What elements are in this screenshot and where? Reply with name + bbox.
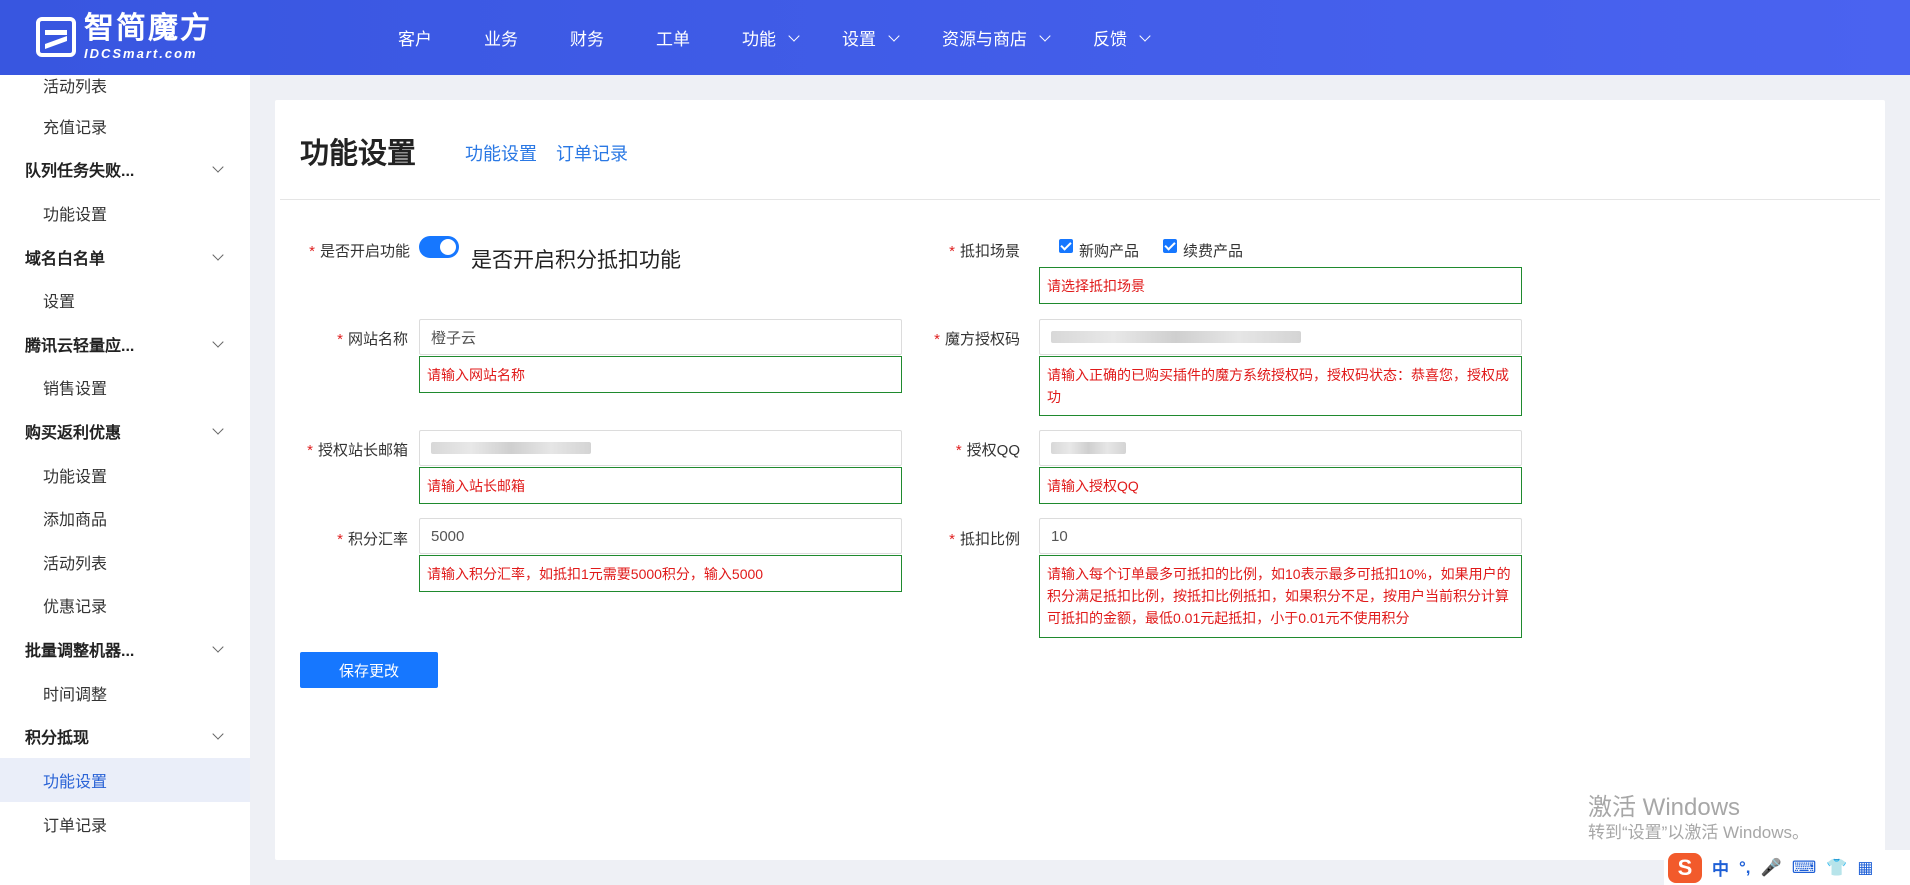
chevron-down-icon bbox=[1039, 29, 1051, 42]
rate-label: * 积分汇率 bbox=[337, 531, 408, 548]
email-label: * 授权站长邮箱 bbox=[307, 442, 408, 459]
windows-activation-subtitle: 转到“设置”以激活 Windows。 bbox=[1588, 823, 1810, 842]
scene-hint: 请选择抵扣场景 bbox=[1039, 267, 1522, 304]
sidebar-group-points-deduction[interactable]: 积分抵现 bbox=[0, 714, 250, 758]
page-title: 功能设置 bbox=[300, 138, 417, 170]
save-button[interactable]: 保存更改 bbox=[300, 652, 438, 688]
ime-punctuation-toggle[interactable]: °, bbox=[1739, 858, 1751, 878]
sidebar-group-purchase-rebate[interactable]: 购买返利优惠 bbox=[0, 409, 250, 453]
nav-item-tickets[interactable]: 工单 bbox=[656, 25, 690, 50]
auth-code-input[interactable] bbox=[1039, 319, 1522, 355]
redacted-value bbox=[1051, 331, 1301, 343]
microphone-icon[interactable]: 🎤 bbox=[1761, 858, 1782, 878]
sidebar-item-recharge-records[interactable]: 充值记录 bbox=[0, 104, 250, 148]
rate-input[interactable]: 5000 bbox=[419, 518, 902, 554]
sidebar-group-queue-failures[interactable]: 队列任务失败... bbox=[0, 147, 250, 191]
brand-name-en: IDCSmart.com bbox=[84, 46, 198, 61]
main-card: 功能设置 功能设置 订单记录 * 是否开启功能 是否开启积分抵扣功能 * 抵扣场景 … bbox=[275, 100, 1885, 860]
grid-menu-icon[interactable]: ▦ bbox=[1857, 858, 1873, 878]
windows-activation-title: 激活 Windows bbox=[1588, 794, 1741, 821]
sidebar-item-discount-records[interactable]: 优惠记录 bbox=[0, 583, 250, 627]
site-name-label: * 网站名称 bbox=[337, 331, 408, 348]
sidebar-item-feature-settings[interactable]: 功能设置 bbox=[0, 191, 250, 235]
nav-item-business[interactable]: 业务 bbox=[484, 25, 518, 50]
qq-hint: 请输入授权QQ bbox=[1039, 467, 1522, 504]
sidebar-item-settings[interactable]: 设置 bbox=[0, 278, 250, 322]
chevron-down-icon bbox=[788, 29, 800, 42]
rate-hint: 请输入积分汇率，如抵扣1元需要5000积分，输入5000 bbox=[419, 555, 902, 592]
chevron-down-icon bbox=[1139, 29, 1151, 42]
chevron-down-icon bbox=[212, 336, 224, 348]
enable-toggle[interactable] bbox=[419, 236, 459, 258]
auth-code-label: * 魔方授权码 bbox=[934, 331, 1020, 348]
divider bbox=[280, 199, 1880, 200]
ratio-hint: 请输入每个订单最多可抵扣的比例，如10表示最多可抵扣10%，如果用户的积分满足抵… bbox=[1039, 555, 1522, 638]
auth-code-hint: 请输入正确的已购买插件的魔方系统授权码，授权码状态：恭喜您，授权成功 bbox=[1039, 356, 1522, 416]
sidebar-item-add-product[interactable]: 添加商品 bbox=[0, 496, 250, 540]
sidebar-item-feature-settings-active[interactable]: 功能设置 bbox=[0, 758, 250, 802]
ratio-input[interactable]: 10 bbox=[1039, 518, 1522, 554]
sidebar-group-batch-adjust-machines[interactable]: 批量调整机器... bbox=[0, 627, 250, 671]
redacted-value bbox=[431, 442, 591, 454]
top-navbar: 智简魔方 IDCSmart.com 客户 业务 财务 工单 功能 设置 资源与商… bbox=[0, 0, 1910, 75]
sidebar-item-feature-settings[interactable]: 功能设置 bbox=[0, 453, 250, 497]
site-name-input[interactable]: 橙子云 bbox=[419, 319, 902, 355]
nav-item-customers[interactable]: 客户 bbox=[398, 25, 432, 50]
main-nav: 客户 业务 财务 工单 功能 设置 资源与商店 反馈 bbox=[398, 0, 1193, 75]
enable-label: * 是否开启功能 bbox=[309, 243, 410, 260]
checkbox-new-purchase-label: 新购产品 bbox=[1079, 243, 1140, 260]
email-hint: 请输入站长邮箱 bbox=[419, 467, 902, 504]
chevron-down-icon bbox=[212, 728, 224, 740]
ime-mode-toggle[interactable]: 中 bbox=[1712, 855, 1729, 880]
qq-label: * 授权QQ bbox=[955, 442, 1020, 459]
nav-item-feedback[interactable]: 反馈 bbox=[1093, 25, 1151, 50]
chevron-down-icon bbox=[212, 423, 224, 435]
sidebar-item-activity-list[interactable]: 活动列表 bbox=[0, 75, 250, 107]
checkbox-renewal[interactable] bbox=[1163, 239, 1177, 253]
sidebar-item-order-records[interactable]: 订单记录 bbox=[0, 802, 250, 846]
scene-label: * 抵扣场景 bbox=[949, 243, 1020, 260]
sidebar-group-tencent-lighthouse[interactable]: 腾讯云轻量应... bbox=[0, 322, 250, 366]
nav-item-resources-store[interactable]: 资源与商店 bbox=[942, 25, 1051, 50]
sidebar-group-domain-whitelist[interactable]: 域名白名单 bbox=[0, 235, 250, 279]
chevron-down-icon bbox=[212, 161, 224, 173]
site-name-hint: 请输入网站名称 bbox=[419, 356, 902, 393]
ime-toolbar: S 中 °, 🎤 ⌨ 👕 ▦ bbox=[1664, 850, 1910, 885]
logo-icon bbox=[36, 17, 76, 57]
chevron-down-icon bbox=[212, 641, 224, 653]
tab-feature-settings[interactable]: 功能设置 bbox=[465, 140, 537, 166]
nav-item-features[interactable]: 功能 bbox=[742, 25, 800, 50]
checkbox-renewal-label: 续费产品 bbox=[1183, 243, 1244, 260]
ratio-label: * 抵扣比例 bbox=[949, 531, 1020, 548]
qq-input[interactable] bbox=[1039, 430, 1522, 466]
nav-item-settings[interactable]: 设置 bbox=[842, 25, 900, 50]
brand-name-cn: 智简魔方 bbox=[84, 12, 212, 45]
enable-toggle-text: 是否开启积分抵扣功能 bbox=[471, 249, 681, 272]
sidebar-item-time-adjust[interactable]: 时间调整 bbox=[0, 671, 250, 715]
checkbox-new-purchase[interactable] bbox=[1059, 239, 1073, 253]
sogou-ime-icon[interactable]: S bbox=[1668, 852, 1702, 883]
brand-logo[interactable]: 智简魔方 IDCSmart.com bbox=[36, 14, 212, 60]
keyboard-icon[interactable]: ⌨ bbox=[1792, 858, 1817, 878]
chevron-down-icon bbox=[888, 29, 900, 42]
tab-order-records[interactable]: 订单记录 bbox=[556, 140, 628, 166]
chevron-down-icon bbox=[212, 249, 224, 261]
sidebar: 活动列表 充值记录 队列任务失败... 功能设置 域名白名单 设置 腾讯云轻量应… bbox=[0, 75, 250, 885]
nav-item-finance[interactable]: 财务 bbox=[570, 25, 604, 50]
sidebar-item-activity-list[interactable]: 活动列表 bbox=[0, 540, 250, 584]
skin-icon[interactable]: 👕 bbox=[1826, 858, 1847, 878]
sidebar-item-sales-settings[interactable]: 销售设置 bbox=[0, 365, 250, 409]
email-input[interactable] bbox=[419, 430, 902, 466]
redacted-value bbox=[1051, 442, 1126, 454]
